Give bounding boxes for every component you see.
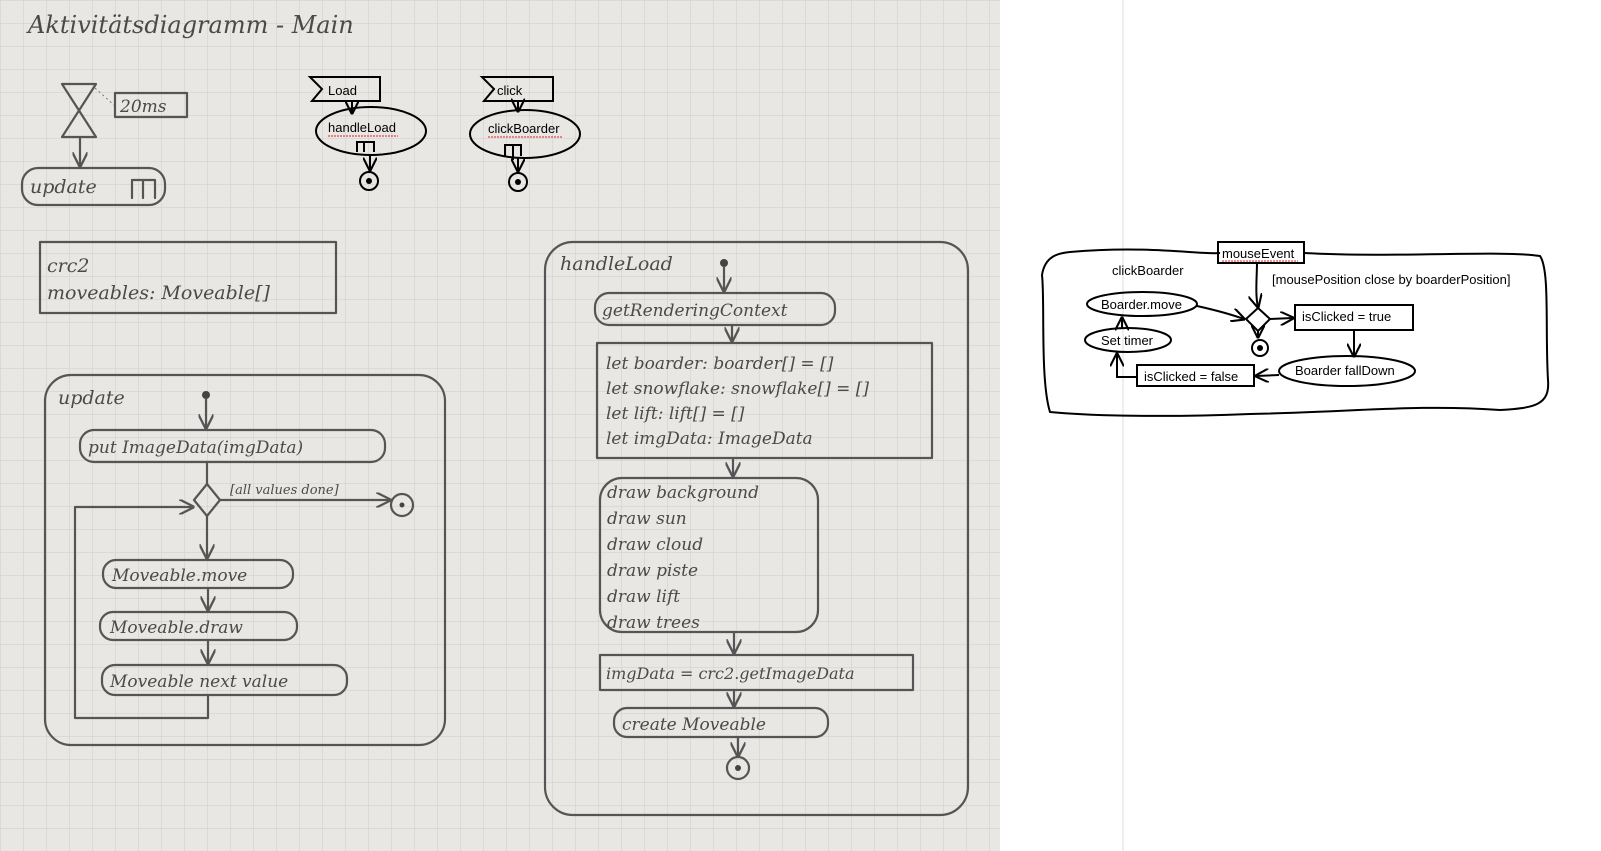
frame-label: clickBoarder bbox=[1112, 263, 1184, 278]
action-label: Moveable.move bbox=[111, 566, 247, 586]
click-signal-label: click bbox=[497, 83, 523, 98]
globals-line: crc2 bbox=[47, 255, 89, 277]
draw-line: draw cloud bbox=[607, 535, 703, 555]
draw-line: draw lift bbox=[607, 587, 680, 607]
boarder-falldown-label: Boarder fallDown bbox=[1295, 363, 1395, 378]
draw-line: draw background bbox=[607, 483, 759, 503]
is-clicked-false-label: isClicked = false bbox=[1144, 369, 1238, 384]
decision-node bbox=[1244, 306, 1272, 333]
initial-node bbox=[202, 391, 210, 399]
handleload-label: handleLoad bbox=[328, 120, 396, 135]
photo-sketch: Aktivitätsdiagramm - Main 20ms update Lo… bbox=[0, 0, 1000, 851]
update-call-label: update bbox=[30, 176, 97, 198]
globals-line: moveables: Moveable[] bbox=[47, 282, 271, 304]
clickboarder-label: clickBoarder bbox=[488, 121, 560, 136]
click-activity-diagram: mouseEvent clickBoarder [mousePosition c… bbox=[1040, 241, 1550, 417]
guard-label: [all values done] bbox=[230, 483, 340, 498]
declaration-line: let boarder: boarder[] = [] bbox=[606, 354, 834, 374]
timer-duration: 20ms bbox=[119, 97, 167, 117]
load-signal-label: Load bbox=[328, 83, 357, 98]
handleload-frame-label: handleLoad bbox=[560, 253, 673, 275]
initial-node bbox=[720, 259, 728, 267]
get-context-label: getRenderingContext bbox=[602, 301, 788, 321]
diagram-canvas: Aktivitätsdiagramm - Main 20ms update Lo… bbox=[0, 0, 1550, 851]
create-moveable-label: create Moveable bbox=[622, 715, 766, 735]
guard-label: [mousePosition close by boarderPosition] bbox=[1272, 272, 1510, 287]
action-label: Moveable.draw bbox=[109, 618, 243, 638]
diagram-title: Aktivitätsdiagramm - Main bbox=[26, 11, 354, 39]
draw-line: draw sun bbox=[607, 509, 687, 529]
draw-line: draw piste bbox=[607, 561, 698, 581]
action-label: Moveable next value bbox=[109, 672, 288, 692]
declaration-line: let imgData: ImageData bbox=[606, 429, 813, 449]
boarder-move-label: Boarder.move bbox=[1101, 297, 1182, 312]
mouse-event-label: mouseEvent bbox=[1222, 246, 1295, 261]
declaration-line: let lift: lift[] = [] bbox=[606, 404, 745, 424]
set-timer-label: Set timer bbox=[1101, 333, 1154, 348]
draw-line: draw trees bbox=[607, 613, 700, 633]
get-image-label: imgData = crc2.getImageData bbox=[606, 664, 855, 683]
put-image-label: put ImageData(imgData) bbox=[88, 438, 303, 458]
is-clicked-true-label: isClicked = true bbox=[1302, 309, 1391, 324]
declaration-line: let snowflake: snowflake[] = [] bbox=[606, 379, 869, 399]
update-frame-label: update bbox=[58, 387, 125, 409]
